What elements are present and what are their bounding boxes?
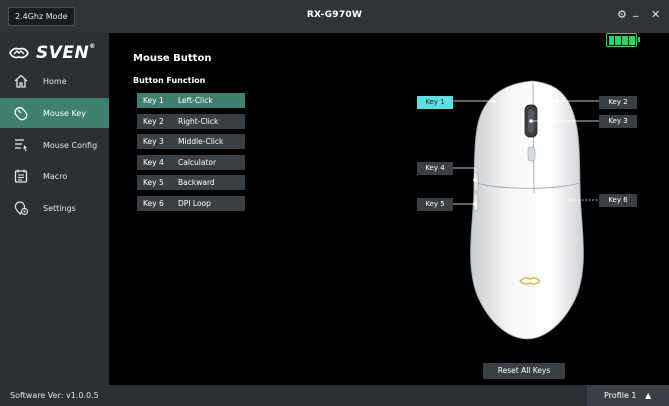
- nav-mouse-key-label: Mouse Key: [43, 108, 87, 118]
- callout-key-6[interactable]: Key 6: [599, 194, 637, 207]
- minimize-button[interactable]: _: [633, 4, 639, 17]
- logo-text: SVEN®: [36, 43, 96, 63]
- settings-icon: [14, 201, 29, 216]
- profile-selector[interactable]: Profile 1 ▲: [587, 385, 669, 406]
- reset-all-keys-button[interactable]: Reset All Keys: [483, 363, 565, 379]
- sidebar: SVEN® Home Mouse Key Mouse Config Macro …: [0, 33, 109, 385]
- nav-mouse-config-label: Mouse Config: [43, 140, 98, 150]
- nav-home-label: Home: [43, 76, 67, 86]
- nav-mouse-key[interactable]: Mouse Key: [0, 98, 109, 128]
- callout-key-2[interactable]: Key 2: [599, 96, 637, 109]
- mouse-illustration: [450, 80, 601, 340]
- nav-home[interactable]: Home: [0, 66, 109, 96]
- home-icon: [14, 74, 28, 88]
- callout-key-1[interactable]: Key 1: [417, 96, 453, 109]
- sven-logo-icon: [9, 47, 29, 59]
- nav-macro-label: Macro: [43, 171, 68, 181]
- callout-key-4[interactable]: Key 4: [417, 162, 453, 175]
- software-version: Software Ver: v1.0.0.5: [10, 391, 99, 400]
- callout-key-5[interactable]: Key 5: [417, 198, 453, 211]
- chevron-up-icon: ▲: [645, 391, 652, 400]
- main-panel: Mouse Button Button Function Key 1 Left-…: [109, 33, 669, 385]
- profile-label: Profile 1: [604, 391, 637, 400]
- mouse-key-icon: [14, 107, 28, 121]
- close-button[interactable]: ✕: [651, 8, 660, 21]
- brand-logo: SVEN®: [8, 43, 96, 63]
- app-title: RX-G970W: [306, 10, 363, 20]
- nav-mouse-config[interactable]: Mouse Config: [0, 130, 109, 160]
- settings-gear-icon[interactable]: ⚙: [617, 8, 627, 21]
- mouse-config-icon: [15, 139, 27, 152]
- footer-bar: Software Ver: v1.0.0.5 Profile 1 ▲: [0, 385, 669, 406]
- nav-macro[interactable]: Macro: [0, 161, 109, 191]
- nav-settings[interactable]: Settings: [0, 193, 109, 223]
- title-bar: 2.4Ghz Mode RX-G970W ⚙ _ ✕: [0, 0, 669, 33]
- macro-icon: [14, 169, 28, 183]
- nav-settings-label: Settings: [43, 203, 76, 213]
- callout-key-3[interactable]: Key 3: [599, 115, 637, 128]
